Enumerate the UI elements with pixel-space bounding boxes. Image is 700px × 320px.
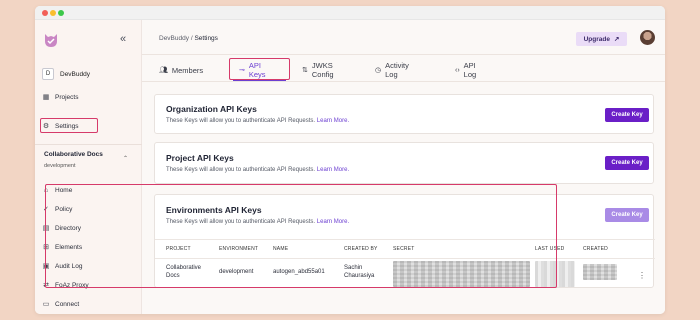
card-title: Organization API Keys xyxy=(166,104,257,114)
chevron-double-left-icon[interactable]: « xyxy=(120,33,126,45)
tab-label: JWKS Config xyxy=(311,61,334,79)
arrows-icon: ⇅ xyxy=(302,67,308,74)
sidebar-item-settings[interactable]: ⚙ Settings xyxy=(42,122,79,131)
create-env-key-button[interactable]: Create Key xyxy=(605,208,649,222)
tab-activity-log[interactable]: ◷ Activity Log xyxy=(375,60,409,80)
tab-label: Activity Log xyxy=(385,61,409,79)
card-description: These Keys will allow you to authenticat… xyxy=(166,118,349,124)
card-title: Project API Keys xyxy=(166,153,234,163)
breadcrumb: DevBuddy / Settings xyxy=(159,35,218,42)
learn-more-link[interactable]: Learn More. xyxy=(317,118,349,124)
cell-created-redacted xyxy=(583,264,617,280)
gear-icon: ⚙ xyxy=(42,123,50,130)
sidebar-item-label: Connect xyxy=(55,300,80,308)
tab-label: Members xyxy=(171,65,204,75)
sidebar-item-label: Settings xyxy=(55,122,79,130)
sidebar-item-connect[interactable]: ▭ Connect xyxy=(42,300,80,309)
tab-label: API Keys xyxy=(248,61,266,79)
devbuddy-logo-icon xyxy=(45,34,57,47)
create-org-key-button[interactable]: Create Key xyxy=(605,108,649,122)
project-name[interactable]: Collaborative Docs xyxy=(44,151,103,158)
sidebar-divider xyxy=(35,144,142,145)
title-bar xyxy=(35,6,665,20)
chevron-up-down-icon[interactable]: ⌃ xyxy=(123,155,128,162)
org-api-keys-card: Organization API Keys These Keys will al… xyxy=(154,94,654,134)
close-window-button[interactable] xyxy=(42,10,48,16)
description-text: These Keys will allow you to authenticat… xyxy=(166,167,316,173)
connect-icon: ▭ xyxy=(42,301,50,308)
tab-members[interactable]: 👥︎ Members xyxy=(159,60,203,80)
maximize-window-button[interactable] xyxy=(58,10,64,16)
tab-api-log[interactable]: ‹› API Log xyxy=(455,60,476,80)
code-icon: ‹› xyxy=(455,66,460,74)
learn-more-link[interactable]: Learn More. xyxy=(317,167,349,173)
key-icon: ⊸ xyxy=(239,67,245,74)
grid-icon: ▦ xyxy=(42,94,50,101)
breadcrumb-current: Settings xyxy=(194,35,218,42)
card-description: These Keys will allow you to authenticat… xyxy=(166,167,349,173)
more-options-icon[interactable]: ⋮ xyxy=(638,271,646,280)
arrow-up-right-icon: ↗ xyxy=(613,36,620,43)
minimize-window-button[interactable] xyxy=(50,10,56,16)
upgrade-label: Upgrade xyxy=(583,35,610,43)
description-text: These Keys will allow you to authenticat… xyxy=(166,118,316,124)
tab-api-keys[interactable]: ⊸ API Keys xyxy=(239,60,266,80)
sidebar-item-projects[interactable]: ▦ Projects xyxy=(42,93,79,102)
column-header-created: CREATED xyxy=(583,246,608,252)
tab-label: API Log xyxy=(463,61,477,79)
create-project-key-button[interactable]: Create Key xyxy=(605,156,649,170)
workspace-badge: D xyxy=(42,68,54,80)
tab-jwks-config[interactable]: ⇅ JWKS Config xyxy=(302,60,334,80)
breadcrumb-separator: / xyxy=(190,35,193,42)
project-api-keys-card: Project API Keys These Keys will allow y… xyxy=(154,142,654,184)
project-environment: development xyxy=(44,163,76,169)
workspace-name: DevBuddy xyxy=(60,70,90,78)
avatar[interactable] xyxy=(640,30,655,45)
breadcrumb-root[interactable]: DevBuddy xyxy=(159,35,189,42)
header-divider xyxy=(142,54,665,55)
sidebar-item-label: Projects xyxy=(55,93,79,101)
users-icon: 👥︎ xyxy=(159,67,168,74)
clock-icon: ◷ xyxy=(375,67,382,74)
workspace-switcher[interactable]: D DevBuddy xyxy=(42,68,90,80)
tabs-divider xyxy=(142,81,665,82)
environments-highlight-box xyxy=(45,184,557,288)
upgrade-button[interactable]: Upgrade ↗ xyxy=(576,32,627,46)
